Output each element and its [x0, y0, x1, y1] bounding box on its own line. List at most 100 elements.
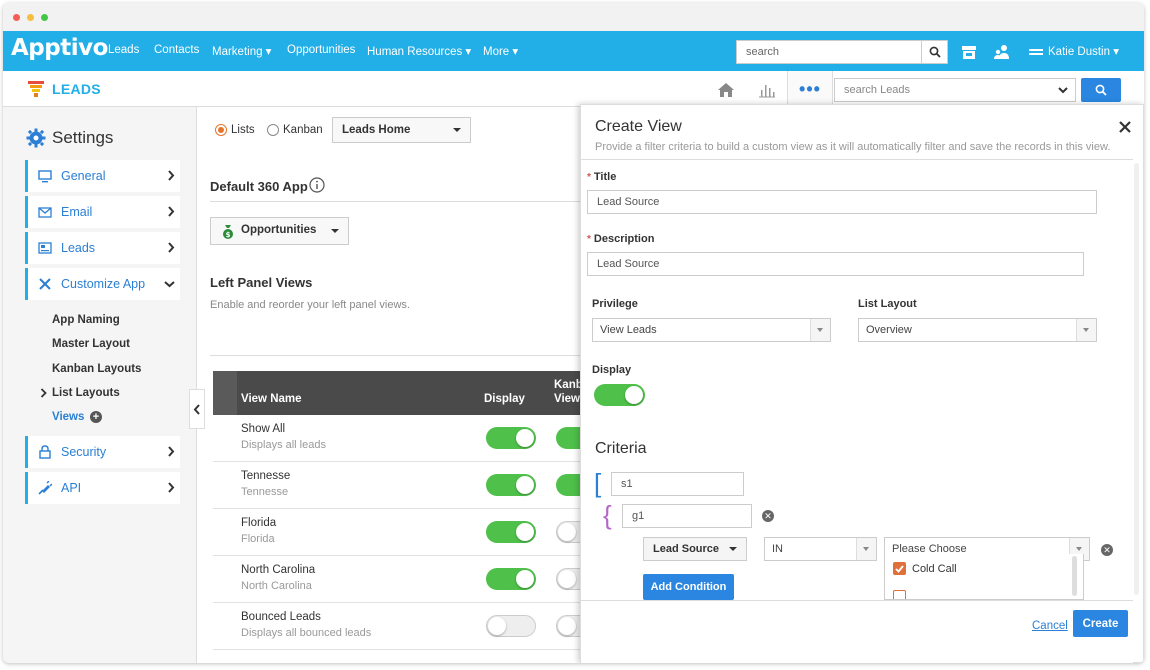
group-name-input[interactable]: s1	[611, 472, 744, 496]
title-label-text: Title	[593, 171, 617, 183]
main-settings-panel: Lists Kanban Leads Home Default 360 App …	[196, 107, 606, 663]
user-menu[interactable]: Katie Dustin ▾	[1048, 44, 1119, 58]
global-search-button[interactable]	[922, 40, 948, 64]
panel-scrollbar[interactable]	[1134, 163, 1139, 595]
nav-contacts[interactable]: Contacts	[154, 44, 199, 56]
leads-home-dropdown[interactable]: Leads Home	[332, 117, 471, 143]
chevron-right-icon	[168, 482, 175, 493]
home-icon[interactable]	[716, 80, 736, 100]
display-toggle[interactable]	[486, 615, 536, 637]
view-name: Tennesse	[241, 470, 291, 482]
sidebar-sub-views[interactable]: Views	[52, 411, 84, 423]
funnel-icon	[28, 81, 44, 97]
top-navigation: Apptivo Leads Contacts Marketing ▾ Oppor…	[3, 31, 1144, 71]
minimize-window-button[interactable]	[27, 14, 34, 21]
sidebar-sub-app-naming[interactable]: App Naming	[52, 314, 120, 326]
radio-lists-label: Lists	[231, 124, 255, 136]
create-button[interactable]: Create	[1073, 610, 1128, 637]
apptivo-logo[interactable]: Apptivo	[11, 35, 108, 61]
app-subheader: LEADS ••• search Leads	[3, 71, 1144, 107]
display-toggle[interactable]	[486, 521, 536, 543]
list-layout-select[interactable]: Overview	[858, 318, 1097, 342]
cancel-link[interactable]: Cancel	[1032, 620, 1068, 632]
leads-search-button[interactable]	[1081, 78, 1121, 102]
plug-icon	[38, 481, 52, 495]
description-input[interactable]: Lead Source	[587, 252, 1084, 276]
chevron-down-icon[interactable]	[1058, 87, 1068, 94]
sidebar-item-email[interactable]: Email	[25, 196, 180, 228]
operator-select[interactable]: IN	[764, 537, 877, 561]
app-title[interactable]: LEADS	[52, 81, 101, 97]
field-select[interactable]: Lead Source	[643, 537, 747, 561]
option-cold-call[interactable]: Cold Call	[893, 562, 957, 575]
sidebar-item-security[interactable]: Security	[25, 436, 180, 468]
caret-down-icon	[331, 229, 339, 233]
chevron-right-icon	[168, 446, 175, 457]
radio-kanban-circle[interactable]	[267, 124, 279, 136]
view-desc: Florida	[241, 533, 275, 545]
sidebar-item-leads[interactable]: Leads	[25, 232, 180, 264]
sidebar-sub-kanban-layouts[interactable]: Kanban Layouts	[52, 363, 141, 375]
display-toggle[interactable]	[594, 384, 645, 406]
maximize-window-button[interactable]	[41, 14, 48, 21]
view-desc: Tennesse	[241, 486, 289, 498]
list-scrollbar[interactable]	[1072, 556, 1077, 596]
nav-marketing[interactable]: Marketing ▾	[212, 44, 271, 58]
caret-down-icon	[453, 128, 461, 132]
chart-icon[interactable]	[757, 80, 777, 100]
display-toggle[interactable]	[486, 474, 536, 496]
privilege-select[interactable]: View Leads	[592, 318, 831, 342]
dropdown-arrow-icon	[810, 319, 830, 341]
nav-more[interactable]: More ▾	[483, 44, 518, 58]
view-desc: Displays all leads	[241, 439, 326, 451]
left-panel-views-title: Left Panel Views	[210, 275, 313, 290]
radio-lists[interactable]: Lists	[215, 124, 255, 136]
sidebar-item-api[interactable]: API	[25, 472, 180, 504]
chevron-right-icon	[168, 170, 175, 181]
add-condition-button[interactable]: Add Condition	[643, 574, 734, 600]
remove-condition-icon[interactable]: ✕	[1101, 544, 1113, 556]
collapse-sidebar-button[interactable]	[189, 389, 205, 429]
sidebar-sub-master-layout[interactable]: Master Layout	[52, 338, 130, 350]
checkbox-checked-icon[interactable]	[893, 562, 906, 575]
nav-human-resources[interactable]: Human Resources ▾	[367, 44, 471, 58]
subgroup-name-input[interactable]: g1	[622, 504, 752, 528]
table-row: Tennesse Tennesse	[213, 462, 606, 509]
field-value: Lead Source	[653, 543, 720, 555]
sidebar-sub-list-layouts[interactable]: List Layouts	[52, 387, 120, 399]
left-panel-views-desc: Enable and reorder your left panel views…	[210, 299, 410, 311]
leads-search-input[interactable]: search Leads	[834, 78, 1076, 102]
leads-home-value: Leads Home	[342, 124, 411, 136]
chevron-right-icon	[40, 388, 47, 398]
close-window-button[interactable]	[13, 14, 20, 21]
checkbox-icon[interactable]	[893, 590, 906, 599]
menu-lines-icon	[1027, 44, 1045, 62]
radio-kanban[interactable]: Kanban	[267, 124, 323, 136]
col-view-name: View Name	[241, 393, 302, 405]
display-toggle[interactable]	[486, 427, 536, 449]
title-input[interactable]: Lead Source	[587, 190, 1097, 214]
store-icon[interactable]	[960, 43, 978, 61]
add-view-icon[interactable]: +	[90, 411, 102, 423]
display-label: Display	[592, 364, 632, 376]
sidebar-item-customize-app[interactable]: Customize App	[25, 268, 180, 300]
more-options-icon[interactable]: •••	[787, 71, 833, 107]
list-layout-value: Overview	[866, 324, 912, 336]
default-app-value: Opportunities	[241, 224, 317, 236]
close-icon[interactable]	[1118, 120, 1132, 134]
nav-leads[interactable]: Leads	[108, 44, 139, 56]
title-label: * Title	[587, 171, 617, 183]
info-icon[interactable]	[309, 177, 325, 193]
display-toggle[interactable]	[486, 568, 536, 590]
chevron-right-icon	[168, 206, 175, 217]
nav-opportunities[interactable]: Opportunities	[287, 44, 355, 56]
privilege-label: Privilege	[592, 298, 638, 310]
create-view-form: * Title Lead Source * Description Lead Sou…	[581, 160, 1133, 600]
default-app-dropdown[interactable]: $ Opportunities	[210, 217, 349, 245]
radio-lists-circle[interactable]	[215, 124, 227, 136]
global-search-input[interactable]: search	[736, 40, 922, 64]
app-window: Apptivo Leads Contacts Marketing ▾ Oppor…	[3, 3, 1144, 663]
remove-group-icon[interactable]: ✕	[762, 510, 774, 522]
sidebar-item-general[interactable]: General	[25, 160, 180, 192]
people-icon[interactable]	[993, 43, 1011, 61]
